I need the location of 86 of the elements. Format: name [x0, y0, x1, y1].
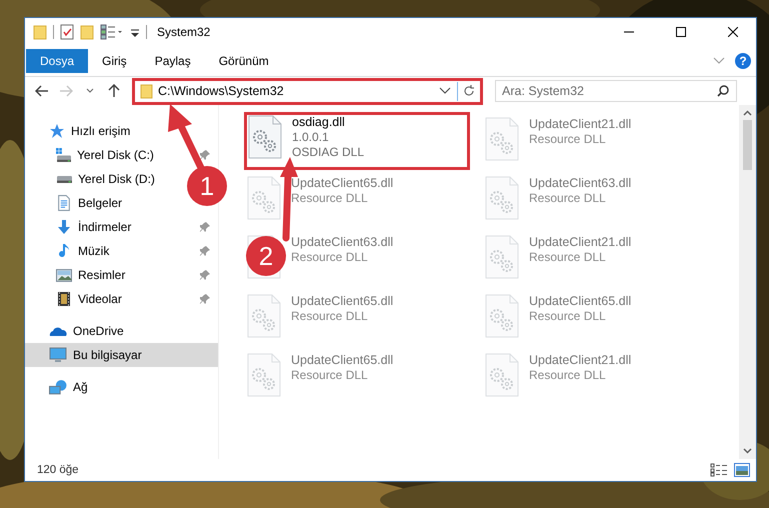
scrollbar[interactable] — [739, 105, 756, 459]
file-name: UpdateClient65.dll — [291, 294, 394, 309]
drive-icon — [57, 176, 72, 182]
search-icon[interactable] — [717, 85, 729, 97]
file-detail: Resource DLL — [529, 132, 607, 147]
view-list-icon[interactable] — [100, 24, 124, 40]
refresh-icon — [463, 85, 475, 97]
help-button[interactable]: ? — [735, 53, 751, 69]
film-icon — [58, 292, 70, 306]
network-icon — [49, 380, 67, 394]
cloud-icon — [49, 325, 67, 337]
pin-icon — [200, 246, 210, 256]
item-count: 120 öğe — [37, 464, 79, 476]
music-note-icon — [59, 243, 69, 259]
minimize-icon — [624, 31, 634, 33]
sidebar-item[interactable]: Resimler — [25, 263, 218, 287]
chevron-down-icon[interactable] — [439, 87, 451, 95]
gear-file-icon — [485, 294, 519, 338]
sidebar-item[interactable]: Hızlı erişim — [25, 119, 138, 143]
star-icon — [49, 123, 65, 139]
file-name: UpdateClient65.dll — [291, 353, 394, 368]
file-detail: Resource DLL — [529, 309, 607, 324]
details-view-icon[interactable] — [710, 463, 728, 477]
file-name: UpdateClient21.dll — [529, 117, 632, 132]
maximize-icon — [676, 27, 686, 37]
gear-file-icon — [247, 176, 281, 220]
file-detail: Resource DLL — [529, 250, 607, 265]
sidebar-item[interactable]: OneDrive — [25, 319, 132, 343]
file-name: UpdateClient65.dll — [291, 176, 394, 191]
file-detail: OSDIAG DLL — [292, 145, 364, 160]
address-path: C:\Windows\System32 — [158, 84, 284, 98]
pin-icon — [200, 150, 210, 160]
file-detail: Resource DLL — [291, 191, 369, 206]
up-arrow-icon — [108, 84, 120, 98]
search-field[interactable]: Ara: System32 — [495, 80, 737, 102]
gear-file-icon — [247, 353, 281, 397]
file-detail: Resource DLL — [291, 250, 369, 265]
drive-icon — [56, 148, 71, 162]
gear-file-icon — [485, 353, 519, 397]
address-bar[interactable]: C:\Windows\System32 — [132, 78, 483, 104]
file-detail: Resource DLL — [291, 309, 369, 324]
ribbon-tab[interactable]: Görünüm — [204, 49, 283, 73]
sidebar-item[interactable]: Yerel Disk (D:) — [25, 167, 163, 191]
gear-file-icon — [247, 294, 281, 338]
gear-file-icon — [248, 115, 282, 159]
image-icon — [56, 268, 72, 282]
sidebar-item[interactable]: Videolar — [25, 287, 218, 311]
left-arrow-icon — [35, 85, 49, 97]
file-name: UpdateClient63.dll — [291, 235, 394, 250]
sidebar-item[interactable]: Belgeler — [25, 191, 130, 215]
scroll-down-icon[interactable] — [743, 448, 752, 454]
properties-icon[interactable] — [60, 24, 74, 40]
download-icon — [57, 220, 71, 234]
file-name: UpdateClient21.dll — [529, 353, 632, 368]
pin-icon — [200, 294, 210, 304]
scroll-up-icon[interactable] — [743, 110, 752, 116]
ribbon-tab[interactable]: Giriş — [88, 49, 141, 73]
ribbon-tab[interactable]: Paylaş — [140, 49, 205, 73]
close-icon — [728, 27, 738, 37]
file-detail: 1.0.0.1 — [292, 130, 330, 145]
file-name: UpdateClient21.dll — [529, 235, 632, 250]
sidebar-item[interactable]: Yerel Disk (C:) — [25, 143, 218, 167]
gear-file-icon — [485, 235, 519, 279]
file-name: osdiag.dll — [292, 115, 346, 130]
document-icon — [58, 195, 70, 211]
sidebar-item[interactable]: Müzik — [25, 239, 218, 263]
file-detail: Resource DLL — [529, 191, 607, 206]
monitor-icon — [49, 347, 67, 363]
right-arrow-icon — [59, 85, 73, 97]
gear-file-icon — [485, 117, 519, 161]
window-title: System32 — [157, 25, 210, 39]
pin-icon — [200, 222, 210, 232]
file-name: UpdateClient63.dll — [529, 176, 632, 191]
folder-icon — [140, 84, 153, 98]
file-detail: Resource DLL — [291, 368, 369, 383]
sidebar-item[interactable]: Ağ — [25, 375, 96, 399]
file-name: UpdateClient65.dll — [529, 294, 632, 309]
large-icons-view-icon[interactable] — [734, 463, 750, 477]
scrollbar-thumb[interactable] — [743, 120, 752, 170]
file-detail: Resource DLL — [529, 368, 607, 383]
sidebar-item[interactable]: İndirmeler — [25, 215, 218, 239]
ribbon-tab[interactable]: Dosya — [26, 49, 88, 73]
gear-file-icon — [485, 176, 519, 220]
sidebar-item[interactable]: Bu bilgisayar — [25, 343, 218, 367]
chevron-down-icon — [86, 88, 94, 94]
pin-icon — [200, 270, 210, 280]
